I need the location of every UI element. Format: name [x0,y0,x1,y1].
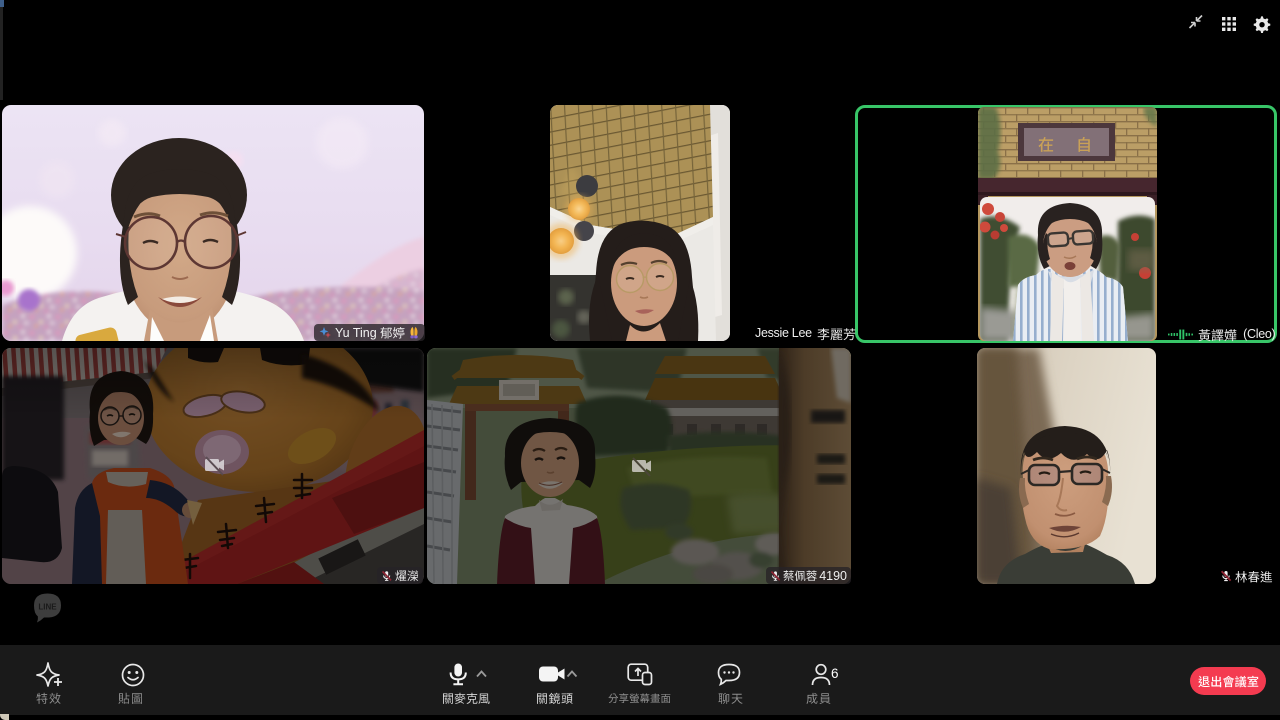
svg-text:LINE: LINE [38,603,57,612]
